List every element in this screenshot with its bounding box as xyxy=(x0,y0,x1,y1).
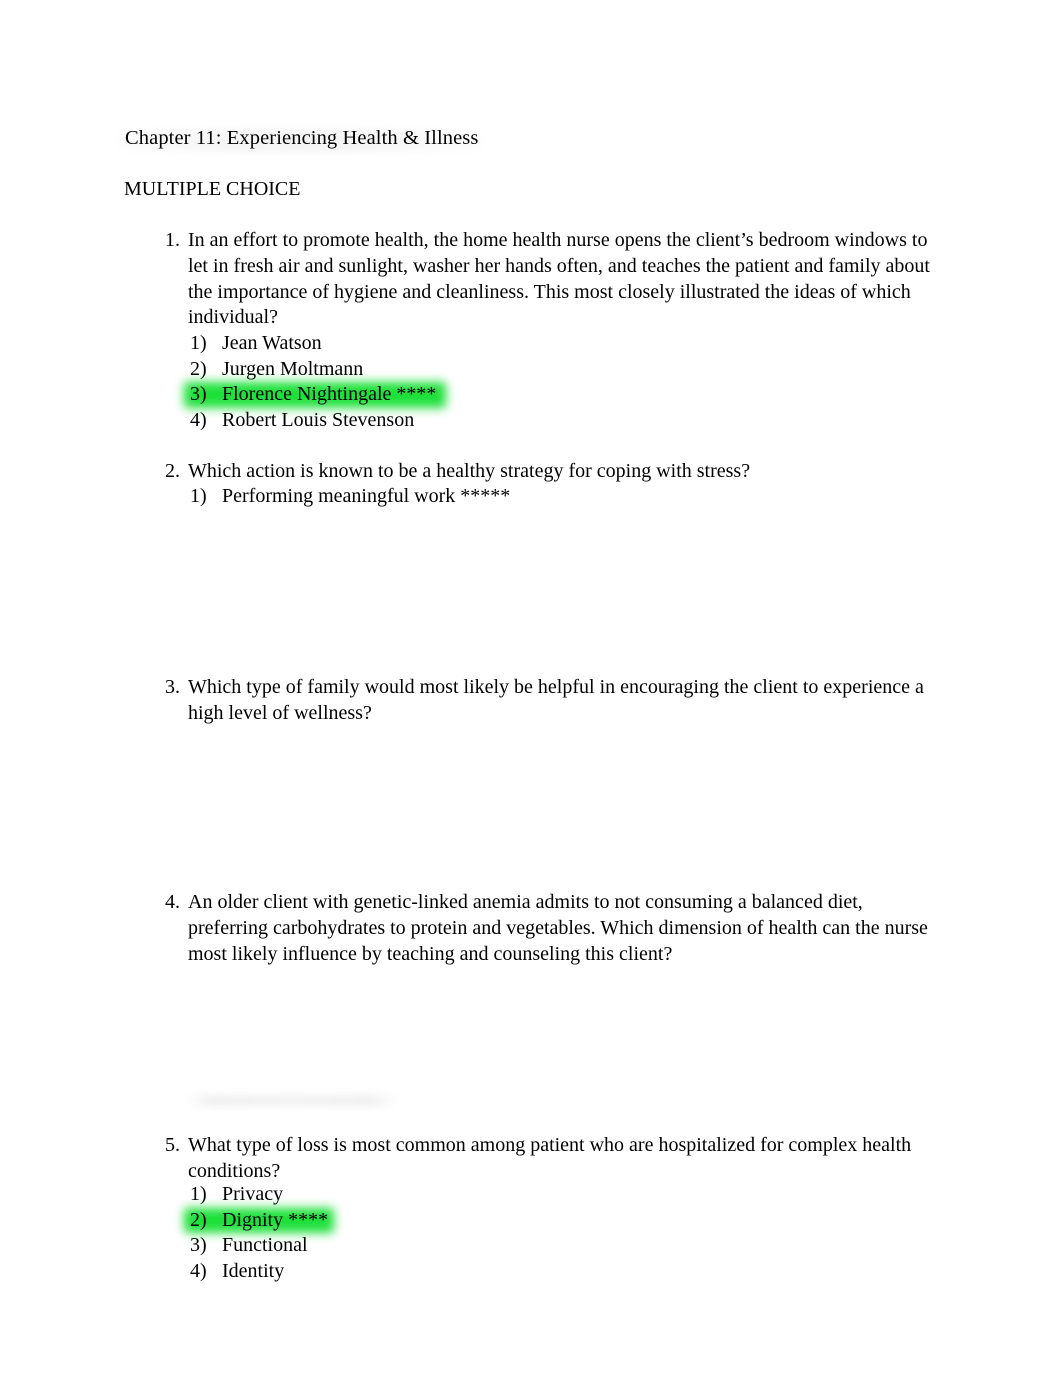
question-stem: Which type of family would most likely b… xyxy=(188,676,924,724)
section-heading: MULTIPLE CHOICE xyxy=(124,178,301,200)
erased-text-smudge xyxy=(186,1094,399,1107)
option-marker: 1) xyxy=(190,332,207,354)
page-title: Chapter 11: Experiencing Health & Illnes… xyxy=(117,125,482,153)
option-text: Jurgen Moltmann xyxy=(222,357,364,380)
answer-options: 1) Jean Watson 2) Jurgen Moltmann 3) Florence… xyxy=(184,331,948,434)
question-number: 1. xyxy=(165,229,180,251)
page-title-text: Chapter 11: Experiencing Health & Illnes… xyxy=(125,127,479,149)
option-marker: 4) xyxy=(190,1259,207,1282)
answer-option[interactable]: 1) Performing meaningful work ***** xyxy=(188,484,948,510)
question-stem: Which action is known to be a healthy st… xyxy=(188,460,751,482)
answer-option[interactable]: 3) Functional xyxy=(188,1233,948,1259)
option-text: Robert Louis Stevenson xyxy=(222,408,415,431)
answer-option[interactable]: 2) Jurgen Moltmann xyxy=(188,357,948,383)
question-number: 4. xyxy=(165,891,180,913)
answer-options: 1) Performing meaningful work ***** xyxy=(188,484,948,510)
option-text: Dignity **** xyxy=(222,1208,329,1231)
question-number: 5. xyxy=(165,1134,180,1156)
option-marker: 3) xyxy=(190,1234,207,1257)
answer-options: 1) Privacy 2) Dignity **** 3) Functional 4) Ide… xyxy=(184,1182,948,1285)
answer-option[interactable]: 4) Identity xyxy=(188,1259,948,1285)
question-number: 2. xyxy=(165,460,180,482)
option-marker: 1) xyxy=(190,1183,207,1205)
option-marker: 3) xyxy=(190,383,207,406)
option-text: Performing meaningful work ***** xyxy=(222,485,511,507)
option-marker: 2) xyxy=(190,1208,207,1231)
answer-option[interactable]: 1) Jean Watson xyxy=(188,331,948,357)
option-marker: 1) xyxy=(190,485,207,507)
option-marker: 4) xyxy=(190,408,207,431)
answer-option[interactable]: 4) Robert Louis Stevenson xyxy=(188,408,948,434)
answer-option[interactable]: 2) Dignity **** xyxy=(184,1207,948,1234)
document-page: Chapter 11: Experiencing Health & Illnes… xyxy=(0,0,1062,1377)
option-text: Identity xyxy=(222,1259,285,1282)
question-stem: What type of loss is most common among p… xyxy=(188,1134,912,1182)
question-number: 3. xyxy=(165,676,180,698)
answer-option[interactable]: 3) Florence Nightingale **** xyxy=(184,382,948,408)
question-stem: In an effort to promote health, the home… xyxy=(188,229,930,329)
option-text: Privacy xyxy=(222,1183,284,1205)
option-marker: 2) xyxy=(190,357,207,380)
option-text: Functional xyxy=(222,1234,308,1257)
question-stem: An older client with genetic-linked anem… xyxy=(188,891,928,965)
option-text: Jean Watson xyxy=(222,332,322,354)
option-text: Florence Nightingale **** xyxy=(222,383,437,406)
answer-option[interactable]: 1) Privacy xyxy=(188,1182,948,1208)
